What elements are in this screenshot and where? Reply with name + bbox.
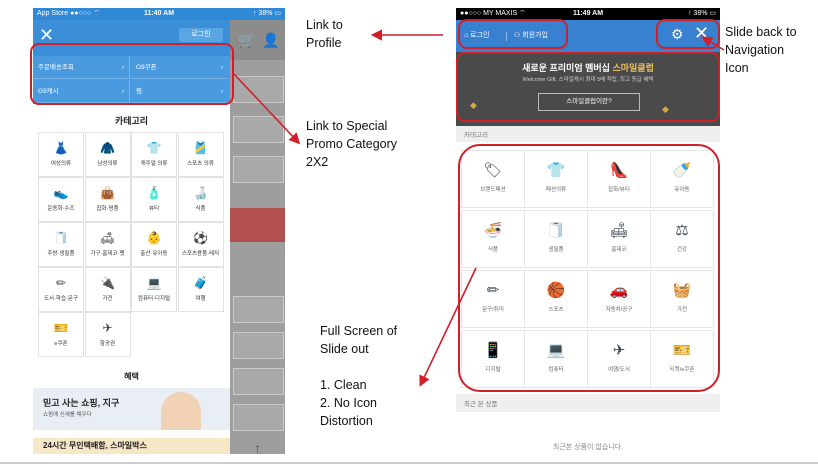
- arrow-to-category-grid: [419, 267, 477, 387]
- divider: [0, 462, 818, 464]
- arrow-to-promo-links: [233, 73, 301, 145]
- annotation-full-screen: Full Screen of Slide out 1. Clean 2. No …: [320, 324, 398, 428]
- annotation-special-promo: Link to Special Promo Category 2X2: [306, 119, 398, 169]
- arrow-to-close-icon: [701, 36, 725, 51]
- annotation-profile: Link to Profile: [306, 18, 343, 50]
- annotation-arrows: [233, 29, 725, 387]
- annotation-slide-back: Slide back to Navigation Icon: [725, 25, 797, 75]
